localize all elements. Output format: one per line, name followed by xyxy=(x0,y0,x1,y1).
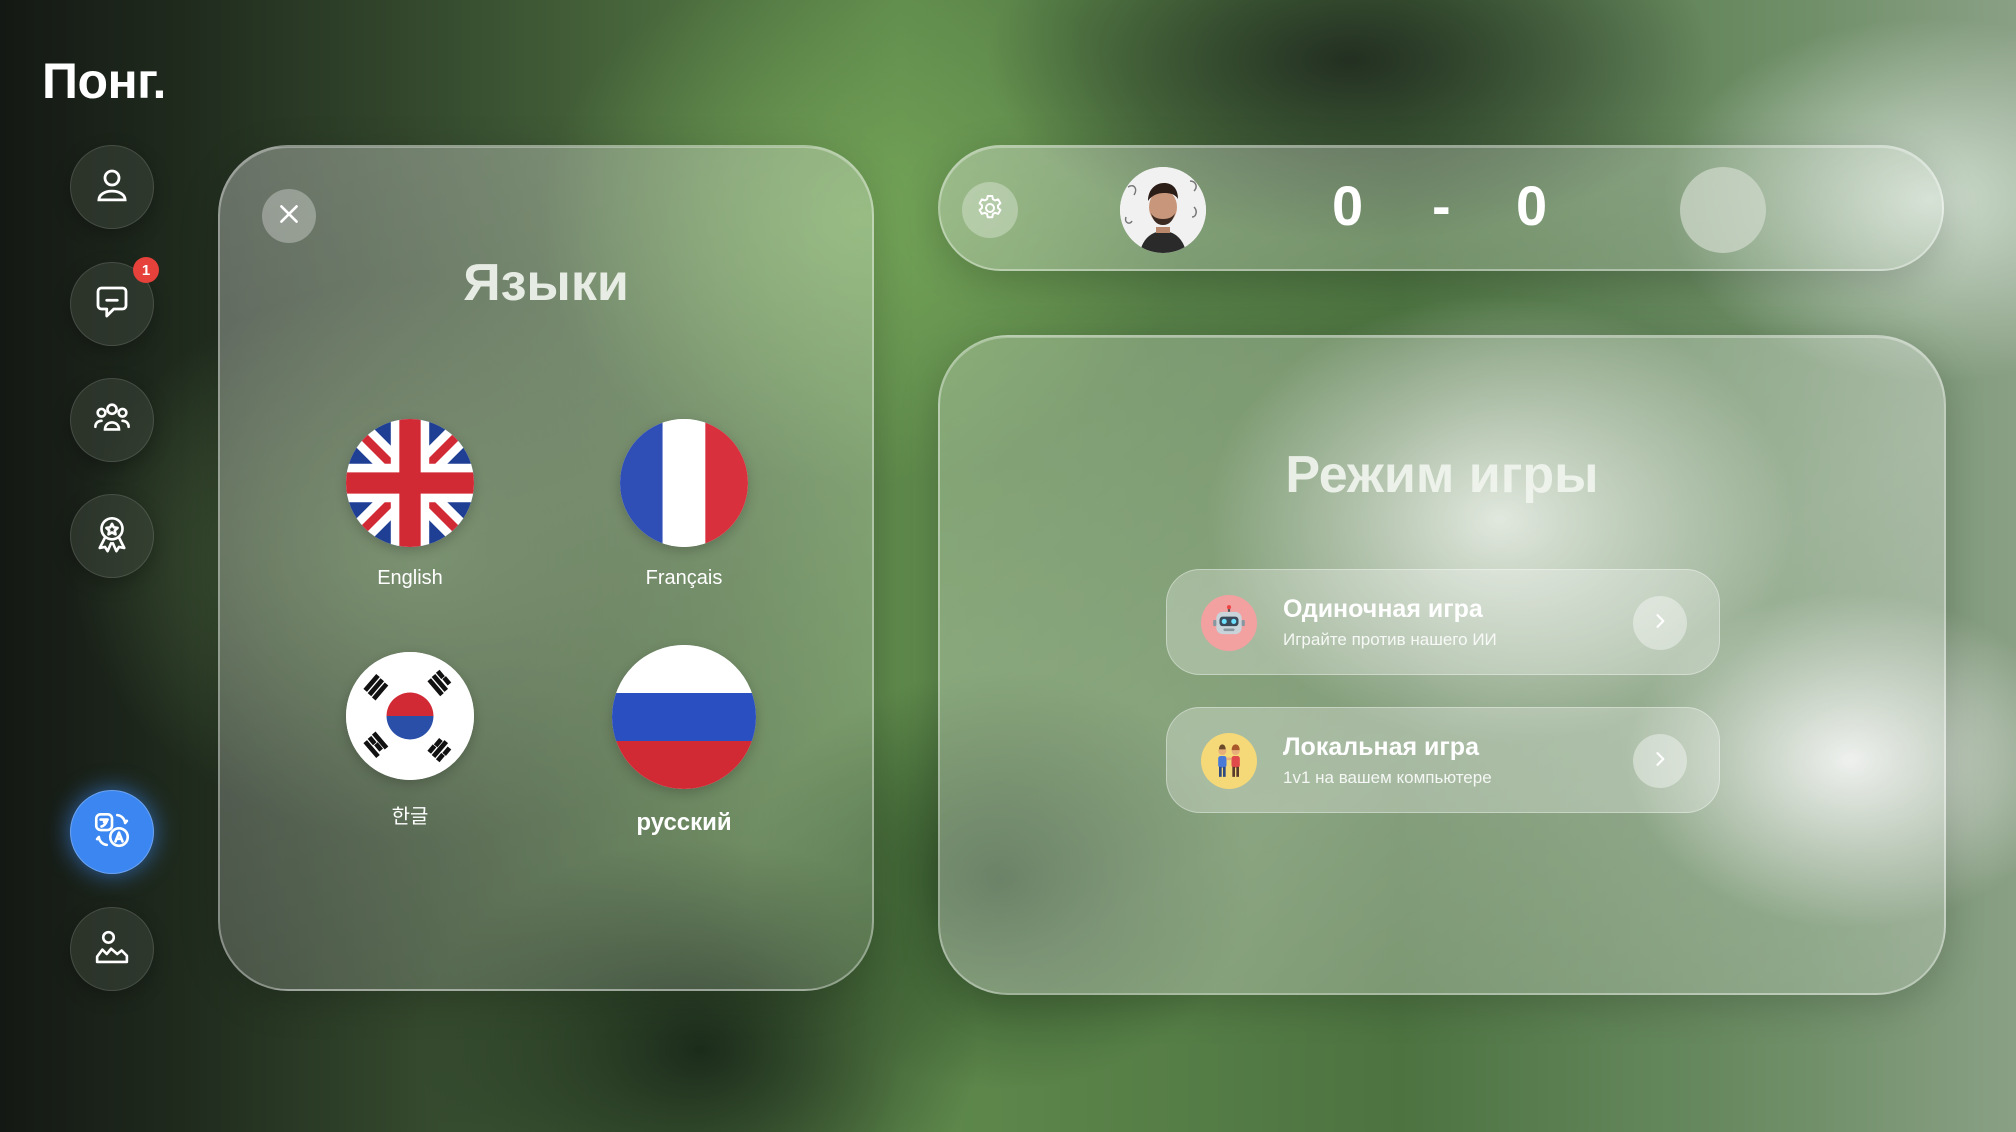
mode-description: 1v1 на вашем компьютере xyxy=(1283,768,1492,787)
left-score: 0 xyxy=(1332,174,1364,237)
sidebar-item-logout[interactable] xyxy=(70,907,154,991)
app-logo: Понг. xyxy=(42,53,166,109)
mode-arrow-button[interactable] xyxy=(1633,596,1687,650)
two-players-icon xyxy=(1201,733,1257,789)
translate-icon xyxy=(91,809,133,856)
mode-local-game[interactable]: Локальная игра 1v1 на вашем компьютере xyxy=(1166,707,1720,813)
chevron-right-icon xyxy=(1650,611,1670,636)
language-option-french[interactable]: Français xyxy=(584,419,784,590)
mode-name: Одиночная игра xyxy=(1283,595,1483,623)
sidebar-item-languages[interactable] xyxy=(70,790,154,874)
language-option-korean[interactable]: 한글 xyxy=(310,652,510,829)
mode-name: Локальная игра xyxy=(1283,733,1479,761)
languages-panel: Языки English Français 한글 русский xyxy=(218,145,874,991)
language-label: 한글 xyxy=(391,806,429,828)
mode-single-player[interactable]: Одиночная игра Играйте против нашего ИИ xyxy=(1166,569,1720,675)
notification-badge: 1 xyxy=(133,257,159,283)
sidebar-item-chat[interactable]: 1 xyxy=(70,257,159,346)
france-flag-icon xyxy=(620,419,748,547)
gear-icon xyxy=(974,192,1006,229)
language-option-russian[interactable]: русский xyxy=(584,645,784,837)
score-bar: 0 - 0 xyxy=(938,145,1944,271)
language-option-english[interactable]: English xyxy=(310,419,510,590)
mode-arrow-button[interactable] xyxy=(1633,734,1687,788)
player-avatar[interactable] xyxy=(1120,167,1206,253)
settings-button[interactable] xyxy=(962,182,1018,238)
languages-title: Языки xyxy=(463,254,629,312)
uk-flag-icon xyxy=(346,419,474,547)
chevron-right-icon xyxy=(1650,749,1670,774)
hand-wave-icon xyxy=(91,926,133,973)
sidebar-item-friends[interactable] xyxy=(70,378,154,462)
game-mode-panel: Режим игры Одиночная игра Играйте против… xyxy=(938,335,1946,995)
robot-icon xyxy=(1201,595,1257,651)
language-label: Français xyxy=(645,567,723,589)
game-mode-title: Режим игры xyxy=(1285,446,1599,504)
close-icon xyxy=(276,201,302,232)
opponent-avatar[interactable] xyxy=(1680,167,1766,253)
language-label: русский xyxy=(636,809,732,836)
russia-flag-icon xyxy=(612,645,756,789)
users-icon xyxy=(91,397,133,444)
language-label: English xyxy=(377,567,443,589)
sidebar-item-profile[interactable] xyxy=(70,145,154,229)
score-separator: - xyxy=(1432,174,1451,237)
mode-description: Играйте против нашего ИИ xyxy=(1283,630,1497,649)
right-score: 0 xyxy=(1516,174,1548,237)
sidebar-item-achievements[interactable] xyxy=(70,494,154,578)
korea-flag-icon xyxy=(346,652,474,780)
chat-icon xyxy=(91,281,133,328)
user-icon xyxy=(91,164,133,211)
award-icon xyxy=(91,513,133,560)
close-button[interactable] xyxy=(262,189,316,243)
